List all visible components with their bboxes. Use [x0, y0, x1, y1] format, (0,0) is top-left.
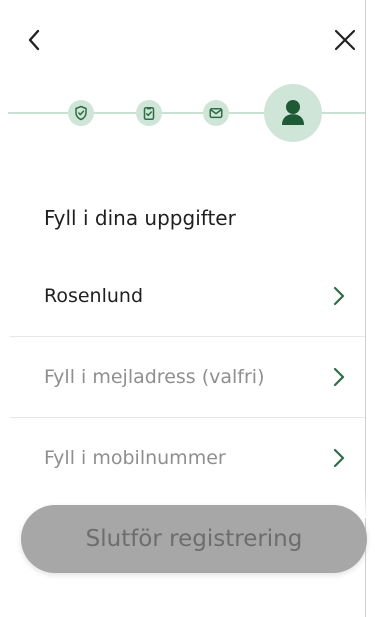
- envelope-icon: [209, 108, 223, 119]
- list-item-phone[interactable]: Fyll i mobilnummer: [10, 418, 365, 498]
- step-4-active: [264, 84, 322, 142]
- complete-registration-button[interactable]: Slutför registrering: [21, 505, 367, 573]
- step-2: [136, 100, 162, 126]
- email-placeholder: Fyll i mejladress (valfri): [44, 366, 265, 388]
- page-title: Fyll i dina uppgifter: [44, 206, 236, 230]
- chevron-right-icon: [331, 446, 347, 470]
- clipboard-check-icon: [143, 107, 155, 121]
- name-value: Rosenlund: [44, 285, 144, 307]
- chevron-left-icon: [28, 29, 40, 51]
- step-3: [203, 100, 229, 126]
- progress-stepper: [0, 80, 375, 146]
- shield-check-icon: [75, 105, 87, 121]
- list-item-name[interactable]: Rosenlund: [10, 256, 365, 337]
- header: [0, 0, 375, 80]
- close-icon: [334, 29, 356, 51]
- chevron-right-icon: [331, 284, 347, 308]
- phone-placeholder: Fyll i mobilnummer: [44, 447, 226, 469]
- registration-screen: Fyll i dina uppgifter Rosenlund Fyll i m…: [0, 0, 375, 617]
- chevron-right-icon: [331, 365, 347, 389]
- close-button[interactable]: [329, 24, 361, 56]
- step-1: [68, 100, 94, 126]
- back-button[interactable]: [18, 24, 50, 56]
- user-icon: [282, 100, 304, 125]
- list-item-email[interactable]: Fyll i mejladress (valfri): [10, 337, 365, 418]
- details-list: Rosenlund Fyll i mejladress (valfri) Fyl…: [10, 256, 365, 498]
